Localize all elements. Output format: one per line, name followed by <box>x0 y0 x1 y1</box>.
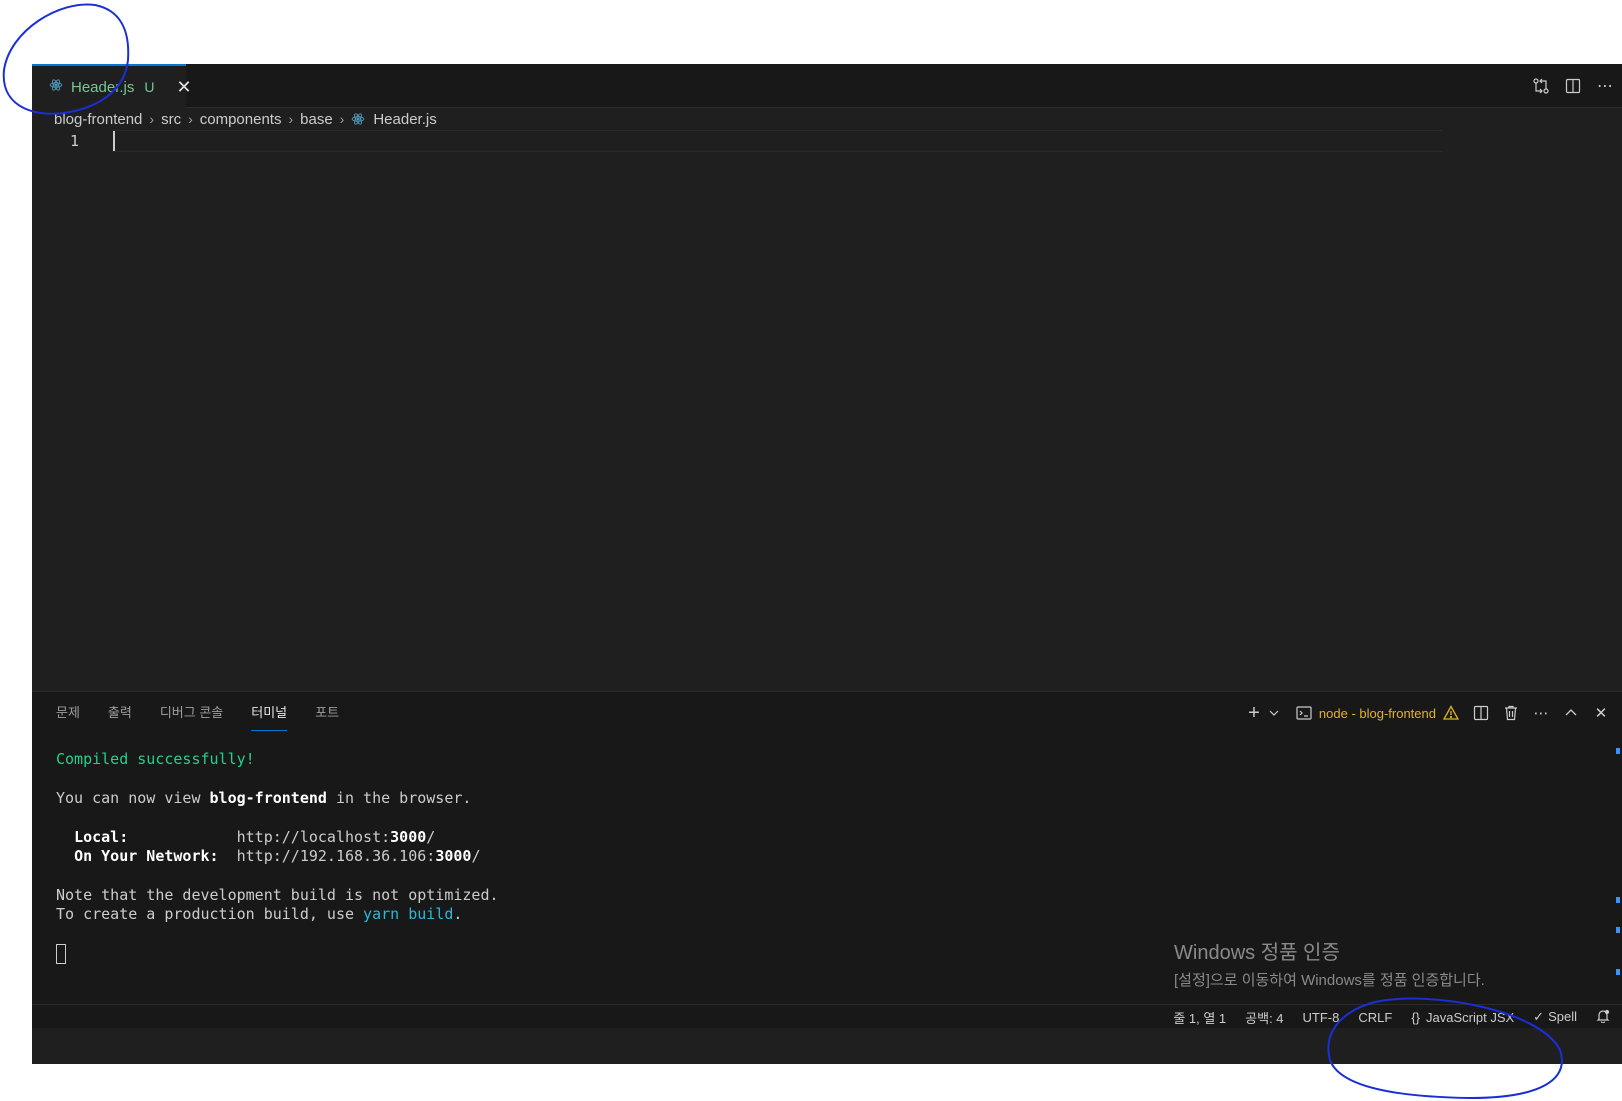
local-url[interactable]: http://localhost: <box>237 828 391 846</box>
plus-icon[interactable]: + <box>1245 702 1263 724</box>
editor-tab-header-js[interactable]: Header.js U ✕ <box>32 64 192 108</box>
terminal-text: in the browser. <box>326 788 472 807</box>
tab-terminal[interactable]: 터미널 <box>251 698 287 731</box>
tab-ports[interactable]: 포트 <box>315 698 339 725</box>
braces-icon: {} <box>1411 1009 1421 1025</box>
compile-success-message: Compiled successfully! <box>56 750 255 768</box>
terminal-project-name: blog-frontend <box>209 788 327 807</box>
terminal-note: Note that the development build is not o… <box>56 885 499 904</box>
spell-label: Spell <box>1548 1009 1577 1024</box>
panel-actions: + node - blog-frontend ⋯ ✕ <box>1245 692 1610 734</box>
spell-check[interactable]: ✓ Spell <box>1533 1009 1577 1025</box>
editor-tab-bar: Header.js U ✕ ⋯ <box>32 64 1622 108</box>
chevron-right-icon: › <box>339 111 345 127</box>
overview-ruler-mark <box>1616 969 1620 975</box>
line-number: 1 <box>70 132 80 150</box>
code-editor[interactable]: 1 <box>32 130 1622 690</box>
react-icon <box>351 112 365 126</box>
overview-ruler-mark <box>1616 897 1620 903</box>
status-bar: 줄 1, 열 1 공백: 4 UTF-8 CRLF {} JavaScript … <box>32 1004 1622 1028</box>
split-editor-icon[interactable] <box>1564 77 1582 95</box>
network-url-suffix: / <box>471 847 481 866</box>
terminal-name: node - blog-frontend <box>1318 705 1436 721</box>
bottom-panel: 문제 출력 디버그 콘솔 터미널 포트 + node - blog-fronte… <box>32 691 1622 1005</box>
breadcrumb-item-file[interactable]: Header.js <box>373 111 436 128</box>
chevron-right-icon: › <box>188 111 193 127</box>
more-icon[interactable]: ⋯ <box>1596 77 1614 95</box>
terminal-icon <box>1295 704 1313 722</box>
tab-output[interactable]: 출력 <box>108 698 132 725</box>
bell-icon[interactable] <box>1596 1009 1610 1026</box>
check-icon: ✓ <box>1533 1009 1545 1024</box>
cursor-position[interactable]: 줄 1, 열 1 <box>1173 1008 1226 1027</box>
breadcrumb-item-project[interactable]: blog-frontend <box>54 111 142 128</box>
breadcrumb-item-components[interactable]: components <box>200 111 282 128</box>
language-mode[interactable]: {} JavaScript JSX <box>1411 1010 1514 1025</box>
terminal-note: . <box>453 905 463 924</box>
breadcrumb-item-base[interactable]: base <box>300 111 333 128</box>
chevron-right-icon: › <box>288 111 294 127</box>
network-port: 3000 <box>435 847 472 866</box>
local-port: 3000 <box>390 827 427 846</box>
vscode-window: Header.js U ✕ ⋯ blog-frontend › src › co <box>32 64 1622 1064</box>
terminal-text: You can now view <box>56 788 210 807</box>
chevron-down-icon[interactable] <box>1265 704 1283 722</box>
trash-icon[interactable] <box>1502 704 1520 722</box>
terminal-output[interactable]: Compiled successfully! You can now view … <box>56 750 499 925</box>
chevron-up-icon[interactable] <box>1562 704 1580 722</box>
watermark-title: Windows 정품 인증 <box>1174 942 1340 964</box>
editor-actions: ⋯ <box>1532 64 1614 108</box>
warning-icon <box>1442 704 1460 722</box>
current-line-highlight <box>112 130 1442 152</box>
network-label: On Your Network: <box>74 847 219 866</box>
overview-ruler-mark <box>1616 748 1620 754</box>
local-url-suffix: / <box>426 827 436 846</box>
panel-tabs: 문제 출력 디버그 콘솔 터미널 포트 <box>56 692 339 731</box>
close-icon[interactable]: ✕ <box>177 78 192 96</box>
watermark-subtitle: [설정]으로 이동하여 Windows를 정품 인증합니다. <box>1174 972 1485 989</box>
tab-problems[interactable]: 문제 <box>56 698 80 725</box>
chevron-right-icon: › <box>149 111 155 127</box>
language-label: JavaScript JSX <box>1426 1009 1515 1025</box>
tab-debug-console[interactable]: 디버그 콘솔 <box>160 698 223 725</box>
react-icon <box>49 78 63 97</box>
overview-ruler-mark <box>1616 927 1620 933</box>
more-icon[interactable]: ⋯ <box>1532 704 1550 722</box>
windows-activation-watermark: Windows 정품 인증 [설정]으로 이동하여 Windows를 정품 인증… <box>1174 936 1485 990</box>
end-of-line[interactable]: CRLF <box>1358 1010 1392 1025</box>
breadcrumb-item-src[interactable]: src <box>161 111 181 128</box>
breadcrumb: blog-frontend › src › components › base … <box>54 108 437 130</box>
terminal-cursor <box>56 944 66 964</box>
build-command: yarn build <box>363 905 454 924</box>
tab-file-label: Header.js <box>71 78 135 96</box>
indentation[interactable]: 공백: 4 <box>1245 1008 1283 1027</box>
terminal-note: To create a production build, use <box>56 905 364 924</box>
network-url[interactable]: http://192.168.36.106: <box>237 847 436 865</box>
text-cursor <box>113 131 115 151</box>
git-status-badge: U <box>144 79 155 95</box>
split-terminal-icon[interactable] <box>1472 704 1490 722</box>
close-icon[interactable]: ✕ <box>1592 704 1610 722</box>
encoding[interactable]: UTF-8 <box>1303 1010 1340 1025</box>
terminal-selector[interactable]: node - blog-frontend <box>1295 704 1460 722</box>
compare-changes-icon[interactable] <box>1532 77 1550 95</box>
local-label: Local: <box>74 827 129 846</box>
